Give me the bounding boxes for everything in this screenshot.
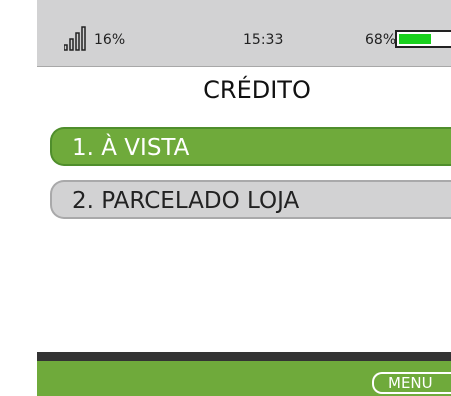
status-bar: 16% 15:33 68% [37,0,451,67]
menu-item-parcelado-loja[interactable]: 2. PARCELADO LOJA [50,180,451,219]
page-title: CRÉDITO [203,76,311,104]
bottom-divider [37,352,451,361]
signal-bars-icon [64,26,86,51]
signal-percent: 16% [94,32,126,48]
clock: 15:33 [243,32,284,48]
softkey-bar: MENU [37,361,451,396]
terminal-screen: 16% 15:33 68% CRÉDITO 1. À VISTA 2. PARC… [37,0,451,396]
menu-item-a-vista[interactable]: 1. À VISTA [50,127,451,166]
battery-icon [395,30,451,48]
battery-level-fill [399,34,431,44]
battery-percent: 68% [365,32,397,48]
menu-button[interactable]: MENU [372,372,451,394]
